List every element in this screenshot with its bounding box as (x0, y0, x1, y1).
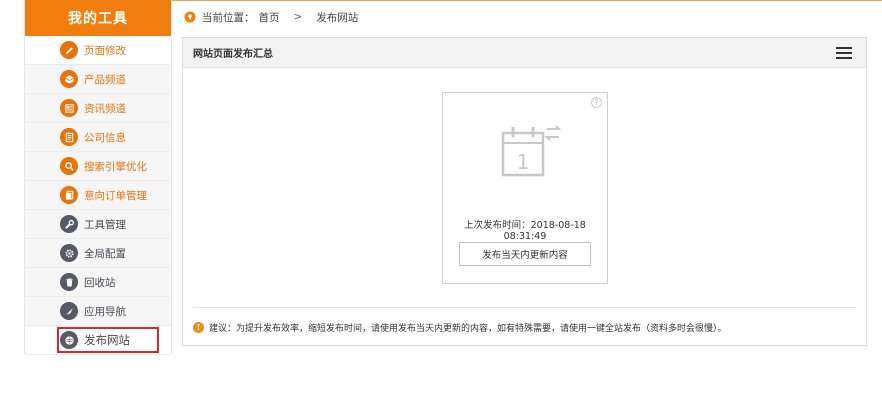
sidebar-item-label: 资讯频道 (84, 102, 126, 115)
pencil-icon (60, 41, 78, 59)
document-icon (60, 128, 78, 146)
orders-icon (60, 186, 78, 204)
sidebar-item-label: 全局配置 (84, 247, 126, 260)
sidebar-item-label: 公司信息 (84, 131, 126, 144)
panel-title: 网站页面发布汇总 (193, 49, 273, 60)
sidebar-item-label: 意向订单管理 (84, 189, 147, 202)
breadcrumb-separator: > (293, 11, 303, 23)
last-publish-time: 上次发布时间：2018-08-18 08:31:49 (464, 220, 586, 242)
breadcrumb-current: 发布网站 (316, 11, 359, 24)
compass-icon (60, 302, 78, 320)
trash-icon (60, 273, 78, 291)
gear-icon (60, 244, 78, 262)
warning-icon: ! (193, 322, 204, 333)
sidebar-item-label: 页面修改 (84, 44, 126, 57)
sidebar-item-news[interactable]: 资讯频道 (25, 94, 171, 123)
sidebar: 我的工具 页面修改 产品频道 资讯频道 公司信息 搜索引擎优化 意向订单管理 工… (24, 0, 172, 355)
calendar-refresh-icon: 1 (501, 125, 562, 177)
sidebar-item-tools[interactable]: 工具管理 (25, 210, 171, 239)
publish-summary-panel: 网站页面发布汇总 ? 1 上次发布时间：2018-08-18 08:31:49 … (182, 37, 867, 346)
sidebar-item-label: 回收站 (84, 276, 116, 289)
sidebar-item-label: 发布网站 (84, 333, 130, 347)
sidebar-item-global-config[interactable]: 全局配置 (25, 239, 171, 268)
breadcrumb: 当前位置： 首页 > 发布网站 (184, 9, 358, 25)
sidebar-item-page-edit[interactable]: 页面修改 (25, 36, 171, 65)
sidebar-item-recycle-bin[interactable]: 回收站 (25, 268, 171, 297)
sidebar-title: 我的工具 (25, 0, 171, 36)
location-pin-icon (184, 11, 196, 23)
sidebar-item-publish-site[interactable]: 发布网站 (25, 326, 171, 355)
sidebar-item-label: 搜索引擎优化 (84, 160, 147, 173)
svg-text:1: 1 (517, 150, 530, 174)
sidebar-item-label: 产品频道 (84, 73, 126, 86)
divider (193, 307, 856, 308)
sidebar-item-app-nav[interactable]: 应用导航 (25, 297, 171, 326)
publish-today-button[interactable]: 发布当天内更新内容 (459, 242, 591, 266)
tip-text: 建议：为提升发布效率，缩短发布时间，请使用发布当天内更新的内容，如有特殊需要，请… (209, 324, 727, 334)
sidebar-item-seo[interactable]: 搜索引擎优化 (25, 152, 171, 181)
search-icon (60, 157, 78, 175)
breadcrumb-prefix: 当前位置： (202, 11, 255, 24)
tip-row: ! 建议：为提升发布效率，缩短发布时间，请使用发布当天内更新的内容，如有特殊需要… (193, 321, 727, 334)
sidebar-item-orders[interactable]: 意向订单管理 (25, 181, 171, 210)
breadcrumb-home-link[interactable]: 首页 (259, 10, 280, 25)
hamburger-menu-icon[interactable] (836, 47, 852, 59)
sidebar-item-products[interactable]: 产品频道 (25, 65, 171, 94)
publish-card: ? 1 上次发布时间：2018-08-18 08:31:49 发布当天内更新内容 (442, 92, 608, 284)
sidebar-item-company-info[interactable]: 公司信息 (25, 123, 171, 152)
panel-header: 网站页面发布汇总 (183, 38, 866, 68)
news-icon (60, 99, 78, 117)
sidebar-item-label: 工具管理 (84, 218, 126, 231)
help-icon[interactable]: ? (591, 97, 602, 108)
box-icon (60, 70, 78, 88)
wrench-icon (60, 215, 78, 233)
sidebar-item-label: 应用导航 (84, 305, 126, 318)
top-accent-line (172, 0, 882, 1)
globe-icon (60, 331, 78, 349)
